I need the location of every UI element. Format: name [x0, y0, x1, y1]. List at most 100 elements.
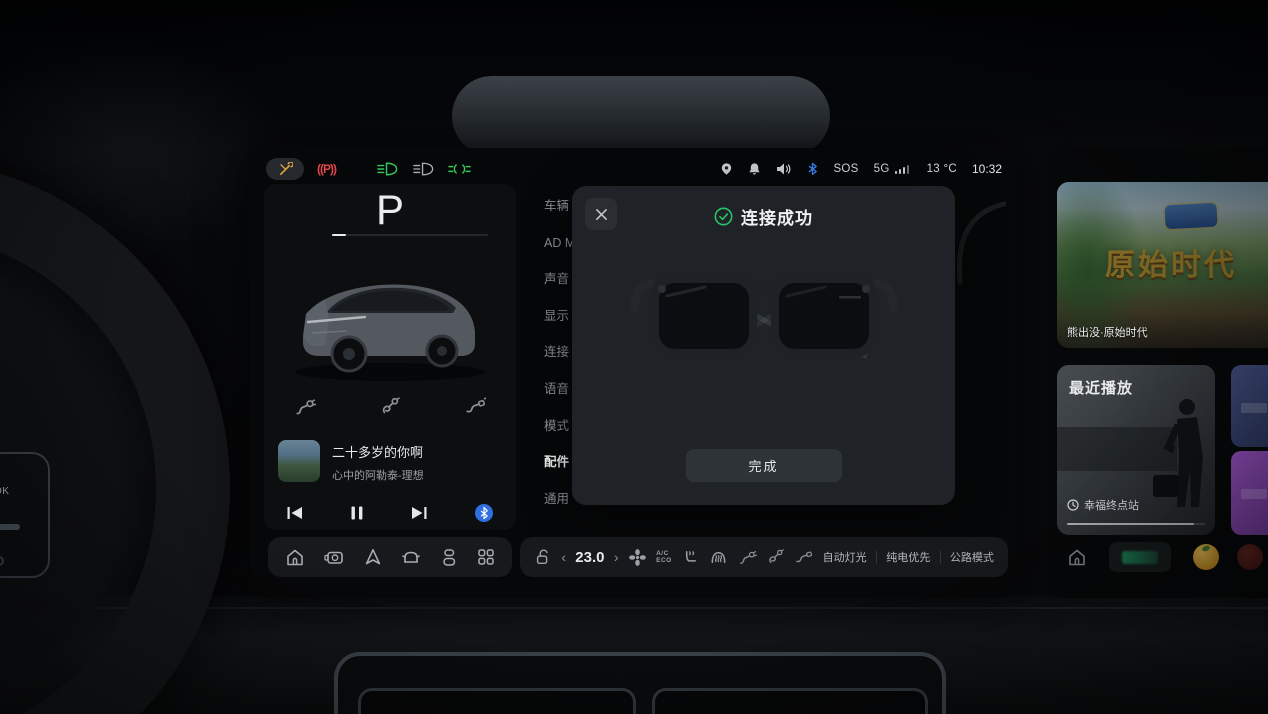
low-beam-icon [376, 162, 399, 176]
seat-ventilation-icon[interactable] [681, 548, 700, 567]
clock: 10:32 [972, 162, 1002, 176]
ev-priority-toggle[interactable]: 纯电优先 [886, 549, 930, 565]
recently-played-card[interactable]: 最近播放 幸福终点站 [1057, 365, 1215, 535]
car-cockpit: OK ((P)) SOS 5G [0, 0, 1268, 714]
climate-bar: ‹ 23.0 › A/C ECO 自动灯光 纯电优先 公路模式 [520, 537, 1008, 577]
recently-played-header: 最近播放 [1069, 377, 1133, 398]
card-text-hint [1241, 489, 1267, 499]
background-illustration [950, 198, 1006, 288]
modal-title: 连接成功 [741, 204, 813, 229]
discharge-icon[interactable] [794, 548, 813, 567]
media-widget[interactable]: 二十多岁的你啊 心中的阿勒泰-理想 [278, 440, 502, 492]
location-icon[interactable] [720, 162, 733, 176]
divider [940, 551, 941, 564]
done-button[interactable]: 完成 [686, 449, 842, 482]
ac-label: A/C [656, 550, 672, 557]
road-mode-toggle[interactable]: 公路模式 [950, 549, 994, 565]
album-art [278, 440, 320, 482]
recent-progress-bar [1067, 523, 1205, 525]
success-check-icon [714, 207, 733, 226]
vehicle-image[interactable] [275, 240, 505, 390]
status-left-cluster: ((P)) [266, 158, 484, 180]
network-indicator: 5G [874, 163, 912, 175]
charge-port-icon[interactable] [738, 548, 757, 567]
charge-port-icon[interactable] [294, 396, 316, 418]
category-card-blue[interactable] [1231, 365, 1268, 447]
fan-icon[interactable] [628, 548, 647, 567]
media-progress-bar[interactable] [332, 234, 488, 236]
media-text: 二十多岁的你啊 心中的阿勒泰-理想 [332, 440, 502, 492]
track-artist: 心中的阿勒泰-理想 [332, 467, 502, 483]
media-progress-fill [332, 234, 346, 236]
charge-controls [264, 396, 516, 418]
seat-icon[interactable] [440, 548, 458, 567]
vehicle-controls-icon[interactable] [401, 548, 421, 566]
bluetooth-icon[interactable] [807, 162, 818, 176]
next-track-icon[interactable] [410, 505, 428, 521]
history-clock-icon [1067, 499, 1079, 511]
movie-poster-card[interactable]: 原始时代 熊出没·原始时代 [1057, 182, 1268, 348]
parking-brake-warning-icon: ((P)) [317, 162, 336, 176]
passenger-dock [1045, 537, 1268, 577]
status-right-cluster: SOS 5G 13 °C 10:32 [705, 162, 1002, 176]
app-icon-partial[interactable] [1237, 544, 1263, 570]
steering-pad-bar [0, 524, 20, 530]
modal-header: 连接成功 [572, 204, 955, 229]
sos-button[interactable]: SOS [833, 163, 858, 175]
steering-ok-label: OK [0, 486, 9, 497]
charging-cable-icon[interactable] [379, 396, 401, 418]
media-controls [264, 496, 516, 530]
navigation-icon[interactable] [364, 548, 382, 566]
gear-indicator: P [264, 186, 516, 234]
temp-down-button[interactable]: ‹ [561, 550, 566, 564]
charging-cable-icon[interactable] [766, 548, 785, 567]
air-vent-assembly [334, 652, 946, 714]
status-bar: ((P)) SOS 5G 13 °C 10:32 [266, 156, 1002, 182]
maintenance-icon[interactable] [266, 158, 304, 180]
temp-up-button[interactable]: › [614, 550, 619, 564]
center-display: ((P)) SOS 5G 13 °C 10:32 [250, 148, 1016, 598]
recent-item-title: 幸福终点站 [1084, 497, 1139, 513]
green-wordmark [1122, 551, 1158, 564]
air-vent-left[interactable] [358, 688, 636, 714]
discharge-icon[interactable] [464, 396, 486, 418]
ac-eco-label[interactable]: A/C ECO [656, 550, 672, 564]
poster-caption: 熊出没·原始时代 [1067, 324, 1148, 340]
pause-icon[interactable] [350, 505, 364, 521]
cabin-temperature[interactable]: 23.0 [575, 549, 604, 566]
apps-grid-icon[interactable] [477, 548, 495, 566]
lock-icon[interactable] [534, 548, 552, 566]
smart-glasses-image [629, 250, 899, 378]
bluetooth-audio-icon[interactable] [474, 503, 494, 523]
clearance-lamp-icon [448, 162, 471, 176]
app-dock [268, 537, 512, 577]
steering-touchpad[interactable]: OK [0, 452, 50, 578]
auto-headlight-icon [412, 162, 435, 176]
notification-bell-icon[interactable] [748, 162, 761, 176]
category-card-purple[interactable] [1231, 451, 1268, 535]
volume-icon[interactable] [776, 162, 792, 176]
card-text-hint [1241, 403, 1267, 413]
network-label: 5G [874, 163, 890, 175]
outside-temperature: 13 °C [927, 163, 957, 175]
video-app-button[interactable] [1109, 542, 1171, 572]
recent-item-row: 幸福终点站 [1067, 497, 1139, 513]
vehicle-card: P [264, 184, 516, 530]
defrost-icon[interactable] [709, 548, 728, 567]
home-icon[interactable] [1067, 548, 1087, 567]
mango-app-icon[interactable] [1193, 544, 1219, 570]
auto-light-toggle[interactable]: 自动灯光 [823, 549, 867, 565]
signal-bars-icon [893, 164, 909, 174]
previous-track-icon[interactable] [286, 505, 304, 521]
recent-progress-fill [1067, 523, 1194, 525]
divider [876, 551, 877, 564]
sensor-pod [452, 76, 830, 156]
track-title: 二十多岁的你啊 [332, 442, 502, 461]
air-vent-right[interactable] [652, 688, 928, 714]
camera-view-icon[interactable] [324, 549, 345, 566]
steering-pad-dial [0, 556, 4, 566]
connection-success-modal: 连接成功 完成 [572, 186, 955, 505]
eco-label: ECO [656, 557, 672, 564]
passenger-display: 原始时代 熊出没·原始时代 最近播放 幸福终点站 [1045, 148, 1268, 598]
home-icon[interactable] [285, 548, 305, 567]
